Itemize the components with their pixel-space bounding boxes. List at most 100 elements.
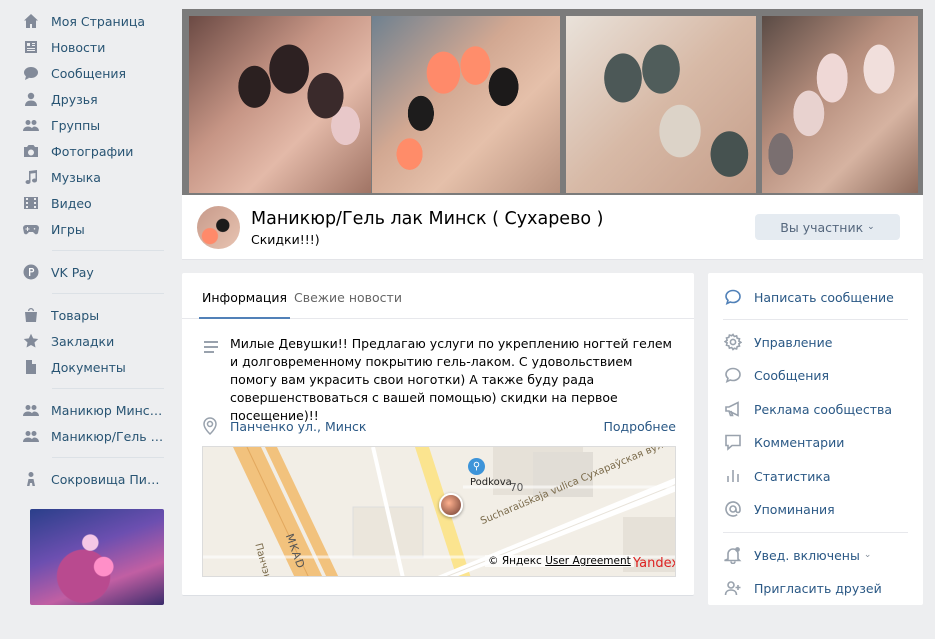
group-header: Маникюр/Гель лак Минск ( Сухарево ) Скид… [182,195,923,260]
comments-button[interactable]: Комментарии [723,432,844,452]
nav-divider [52,457,164,458]
more-link[interactable]: Подробнее [603,419,676,434]
nav-label: Маникюр/Гель лак... [51,428,167,444]
chevron-down-icon: ⌄ [867,222,875,232]
messages-label: Сообщения [754,367,830,383]
gear-icon [723,332,743,352]
location-map[interactable]: ⚲ Podkova 70 Sucharaŭskaja vulica Сухара… [202,446,676,577]
friends-icon [22,90,40,108]
group-icon [22,427,40,445]
nav-photos[interactable]: Фотографии [22,138,167,164]
address-row: Панченко ул., Минск Подробнее [202,417,680,437]
group-status: Скидки!!!) [251,232,320,247]
invite-friends-button[interactable]: Пригласить друзей [723,578,882,598]
nav-vk-pay[interactable]: VK Pay [22,259,167,285]
mentions-button[interactable]: Упоминания [723,499,835,519]
nav-label: Маникюр Минск/С... [51,402,167,418]
group-avatar[interactable] [197,206,240,249]
nav-label: Музыка [51,169,101,185]
member-button[interactable]: Вы участник ⌄ [755,214,900,240]
nav-divider [52,293,164,294]
games-icon [22,220,40,238]
manage-label: Управление [754,334,833,350]
group-title: Маникюр/Гель лак Минск ( Сухарево ) [251,209,604,229]
nav-video[interactable]: Видео [22,190,167,216]
nav-goods[interactable]: Товары [22,302,167,328]
star-icon [22,332,40,350]
message-icon [723,365,743,385]
nav-label: Новости [51,39,106,55]
cover-photo[interactable] [189,16,371,193]
shop-marker-icon[interactable]: ⚲ [468,458,485,475]
nav-label: Видео [51,195,92,211]
game-app-icon [22,470,40,488]
music-icon [22,168,40,186]
write-message-button[interactable]: Написать сообщение [723,287,894,307]
nav-games[interactable]: Игры [22,216,167,242]
nav-label: Фотографии [51,143,134,159]
cover-photo[interactable] [566,16,756,193]
document-icon [22,358,40,376]
home-icon [22,12,40,30]
notifications-button[interactable]: Увед. включены ⌄ [723,545,871,565]
map-place-label: Podkova [470,477,512,488]
actions-divider [723,319,908,320]
map-copyright: © Яндекс User Agreement [485,555,634,567]
stats-label: Статистика [754,468,831,484]
nav-groups[interactable]: Группы [22,112,167,138]
news-icon [22,38,40,56]
video-icon [22,194,40,212]
mentions-label: Упоминания [754,501,835,517]
nav-divider [52,388,164,389]
nav-music[interactable]: Музыка [22,164,167,190]
notifications-label: Увед. включены [754,547,860,563]
cover-photo[interactable] [372,16,560,193]
nav-label: Сокровища Пиратов [51,471,167,487]
nav-label: Сообщения [51,65,127,81]
nav-group-manicure-minsk[interactable]: Маникюр Минск/С... [22,397,167,423]
nav-news[interactable]: Новости [22,34,167,60]
nav-messages[interactable]: Сообщения [22,60,167,86]
bell-icon [723,545,743,565]
nav-app-pirates[interactable]: Сокровища Пиратов [22,466,167,492]
description-icon [204,341,218,356]
at-sign-icon [723,499,743,519]
vkpay-icon [22,263,40,281]
group-location-marker[interactable] [439,493,463,517]
nav-group-manicure-gel[interactable]: Маникюр/Гель лак... [22,423,167,449]
nav-label: Моя Страница [51,13,145,29]
cover-photo[interactable] [762,16,918,193]
stats-button[interactable]: Статистика [723,466,831,486]
yandex-logo: Yandex [633,556,676,571]
user-agreement-link[interactable]: User Agreement [545,555,631,567]
add-friend-icon [723,578,743,598]
invite-friends-label: Пригласить друзей [754,580,882,596]
nav-friends[interactable]: Друзья [22,86,167,112]
ads-button[interactable]: Реклама сообщества [723,399,892,419]
stats-icon [723,466,743,486]
tab-news[interactable]: Свежие новости [294,290,402,305]
group-cover [182,9,923,195]
messages-icon [22,64,40,82]
community-messages-button[interactable]: Сообщения [723,365,829,385]
address-link[interactable]: Панченко ул., Минск [230,419,366,434]
nav-label: Документы [51,359,126,375]
location-pin-icon [203,417,217,435]
nav-label: VK Pay [51,264,94,280]
actions-divider [723,532,908,533]
nav-label: Группы [51,117,101,133]
manage-button[interactable]: Управление [723,332,832,352]
nav-divider [52,250,164,251]
write-message-label: Написать сообщение [754,289,894,305]
nav-my-page[interactable]: Моя Страница [22,8,167,34]
copyright-text: © Яндекс [488,555,542,567]
groups-icon [22,116,40,134]
game-ad-image[interactable] [30,509,164,605]
nav-bookmarks[interactable]: Закладки [22,328,167,354]
message-icon [723,287,743,307]
tab-info[interactable]: Информация [198,290,291,319]
bag-icon [22,306,40,324]
nav-documents[interactable]: Документы [22,354,167,380]
megaphone-icon [723,399,743,419]
ads-label: Реклама сообщества [754,401,893,417]
